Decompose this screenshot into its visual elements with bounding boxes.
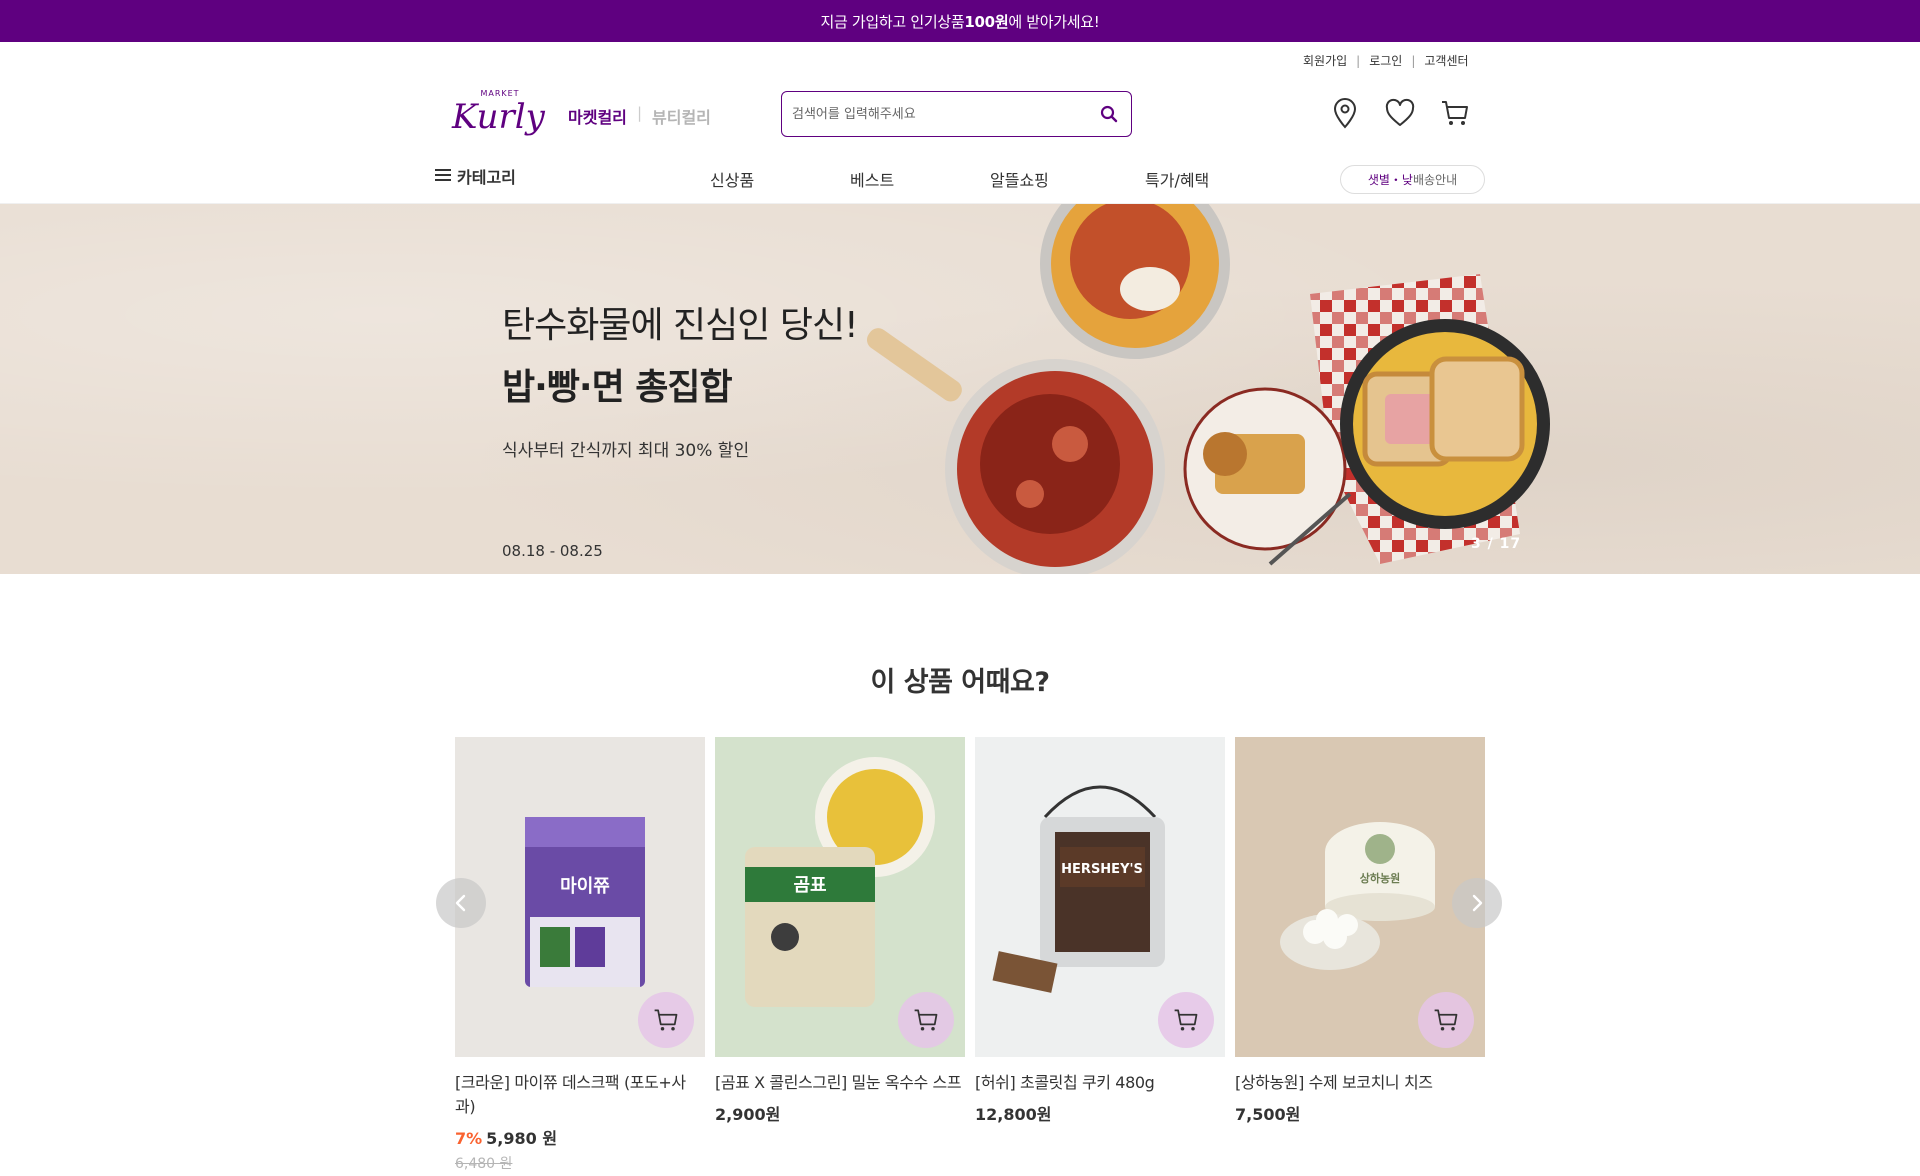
section-title: 이 상품 어때요?: [870, 667, 1050, 698]
banner-copy: 탄수화물에 진심인 당신! 밥·빵·면 총집합 식사부터 간식까지 최대 30%…: [502, 296, 859, 461]
promo-bar[interactable]: 지금 가입하고 인기상품 100원 에 받아가세요!: [0, 0, 1920, 42]
main-nav: [0, 160, 1920, 204]
banner-headline: 탄수화물에 진심인 당신!: [502, 305, 859, 346]
product-price: 12,800원: [975, 1105, 1052, 1124]
search-icon[interactable]: [1097, 102, 1121, 126]
carousel-next-button[interactable]: [1452, 878, 1502, 928]
nav-best[interactable]: 베스트: [850, 167, 894, 191]
add-to-cart-button[interactable]: [1418, 992, 1474, 1048]
product-card[interactable]: 곰표 [곰표 X 콜린스그린] 밀눈 옥수수 스프 2,900원: [715, 737, 965, 1125]
product-discount: 7%: [455, 1129, 483, 1148]
nav-new-products[interactable]: 신상품: [710, 167, 754, 191]
logo-main-text: Kurly: [451, 97, 546, 137]
delivery-info-label: 배송안내: [1412, 173, 1458, 187]
product-name[interactable]: [크라운] 마이쮸 데스크팩 (포도+사과): [455, 1071, 705, 1119]
promo-text-post: 에 받아가세요!: [1008, 12, 1100, 31]
delivery-info-button[interactable]: 샛별・낮 배송안내: [1340, 165, 1485, 194]
cart-icon: [1434, 1009, 1458, 1031]
main-banner[interactable]: 탄수화물에 진심인 당신! 밥·빵·면 총집합 식사부터 간식까지 최대 30%…: [0, 204, 1920, 574]
user-links: 회원가입 | 로그인 | 고객센터: [1303, 52, 1469, 69]
banner-food-illustration: [866, 204, 1550, 574]
chevron-left-icon: [455, 894, 466, 912]
cart-icon: [654, 1009, 678, 1031]
menu-icon: [435, 167, 451, 186]
tab-beauty-kurly[interactable]: 뷰티컬리: [652, 104, 711, 128]
product-card[interactable]: 상하농원 [상하농원] 수제 보코치니 치즈 7,500원: [1235, 737, 1485, 1125]
product-image-label: 곰표: [793, 875, 826, 896]
product-image-label: HERSHEY'S: [1061, 862, 1143, 877]
category-menu[interactable]: 카테고리: [435, 164, 516, 188]
product-card[interactable]: 마이쮸 [크라운] 마이쮸 데스크팩 (포도+사과) 7% 5,980 원 6,4…: [455, 737, 705, 1173]
product-card[interactable]: HERSHEY'S [허쉬] 초콜릿칩 쿠키 480g 12,800원: [975, 737, 1225, 1125]
add-to-cart-button[interactable]: [898, 992, 954, 1048]
heart-icon[interactable]: [1382, 95, 1418, 131]
nav-bargain[interactable]: 알뜰쇼핑: [990, 167, 1049, 191]
cart-icon: [914, 1009, 938, 1031]
product-image[interactable]: HERSHEY'S: [975, 737, 1225, 1057]
cart-icon: [1174, 1009, 1198, 1031]
chevron-right-icon: [1472, 894, 1483, 912]
product-price: 5,980 원: [486, 1129, 558, 1148]
product-image-label: 마이쮸: [560, 876, 610, 897]
location-icon[interactable]: [1327, 95, 1363, 131]
tab-market-kurly[interactable]: 마켓컬리: [568, 104, 627, 128]
product-image[interactable]: 마이쮸: [455, 737, 705, 1057]
product-name[interactable]: [허쉬] 초콜릿칩 쿠키 480g: [975, 1071, 1225, 1095]
banner-date: 08.18 - 08.25: [502, 542, 603, 560]
product-name[interactable]: [곰표 X 콜린스그린] 밀눈 옥수수 스프: [715, 1071, 965, 1095]
product-name[interactable]: [상하농원] 수제 보코치니 치즈: [1235, 1071, 1485, 1095]
product-original-price: 6,480 원: [455, 1156, 513, 1172]
add-to-cart-button[interactable]: [638, 992, 694, 1048]
kurly-logo[interactable]: MARKET Kurly: [450, 84, 548, 144]
promo-text-bold: 100원: [964, 12, 1009, 31]
category-label: 카테고리: [457, 168, 516, 187]
product-price: 7,500원: [1235, 1105, 1301, 1124]
support-link[interactable]: 고객센터: [1424, 52, 1468, 69]
banner-counter: 3 / 17: [1471, 536, 1522, 552]
search-box: [781, 91, 1132, 137]
promo-text-pre: 지금 가입하고 인기상품: [820, 12, 965, 31]
banner-title: 밥·빵·면 총집합: [502, 367, 733, 408]
divider: |: [1411, 53, 1416, 68]
delivery-type-label: 샛별・낮: [1367, 173, 1413, 187]
divider: |: [637, 104, 643, 122]
cart-icon[interactable]: [1437, 95, 1473, 131]
nav-special[interactable]: 특가/혜택: [1145, 167, 1209, 191]
add-to-cart-button[interactable]: [1158, 992, 1214, 1048]
product-price-row: 7% 5,980 원: [455, 1125, 705, 1149]
login-link[interactable]: 로그인: [1369, 52, 1402, 69]
signup-link[interactable]: 회원가입: [1303, 52, 1347, 69]
search-input[interactable]: [792, 106, 1097, 122]
carousel-prev-button[interactable]: [436, 878, 486, 928]
divider: |: [1356, 53, 1361, 68]
product-image[interactable]: 곰표: [715, 737, 965, 1057]
product-image-label: 상하농원: [1360, 871, 1400, 885]
product-image[interactable]: 상하농원: [1235, 737, 1485, 1057]
banner-subtitle: 식사부터 간식까지 최대 30% 할인: [502, 441, 750, 461]
product-price: 2,900원: [715, 1105, 781, 1124]
